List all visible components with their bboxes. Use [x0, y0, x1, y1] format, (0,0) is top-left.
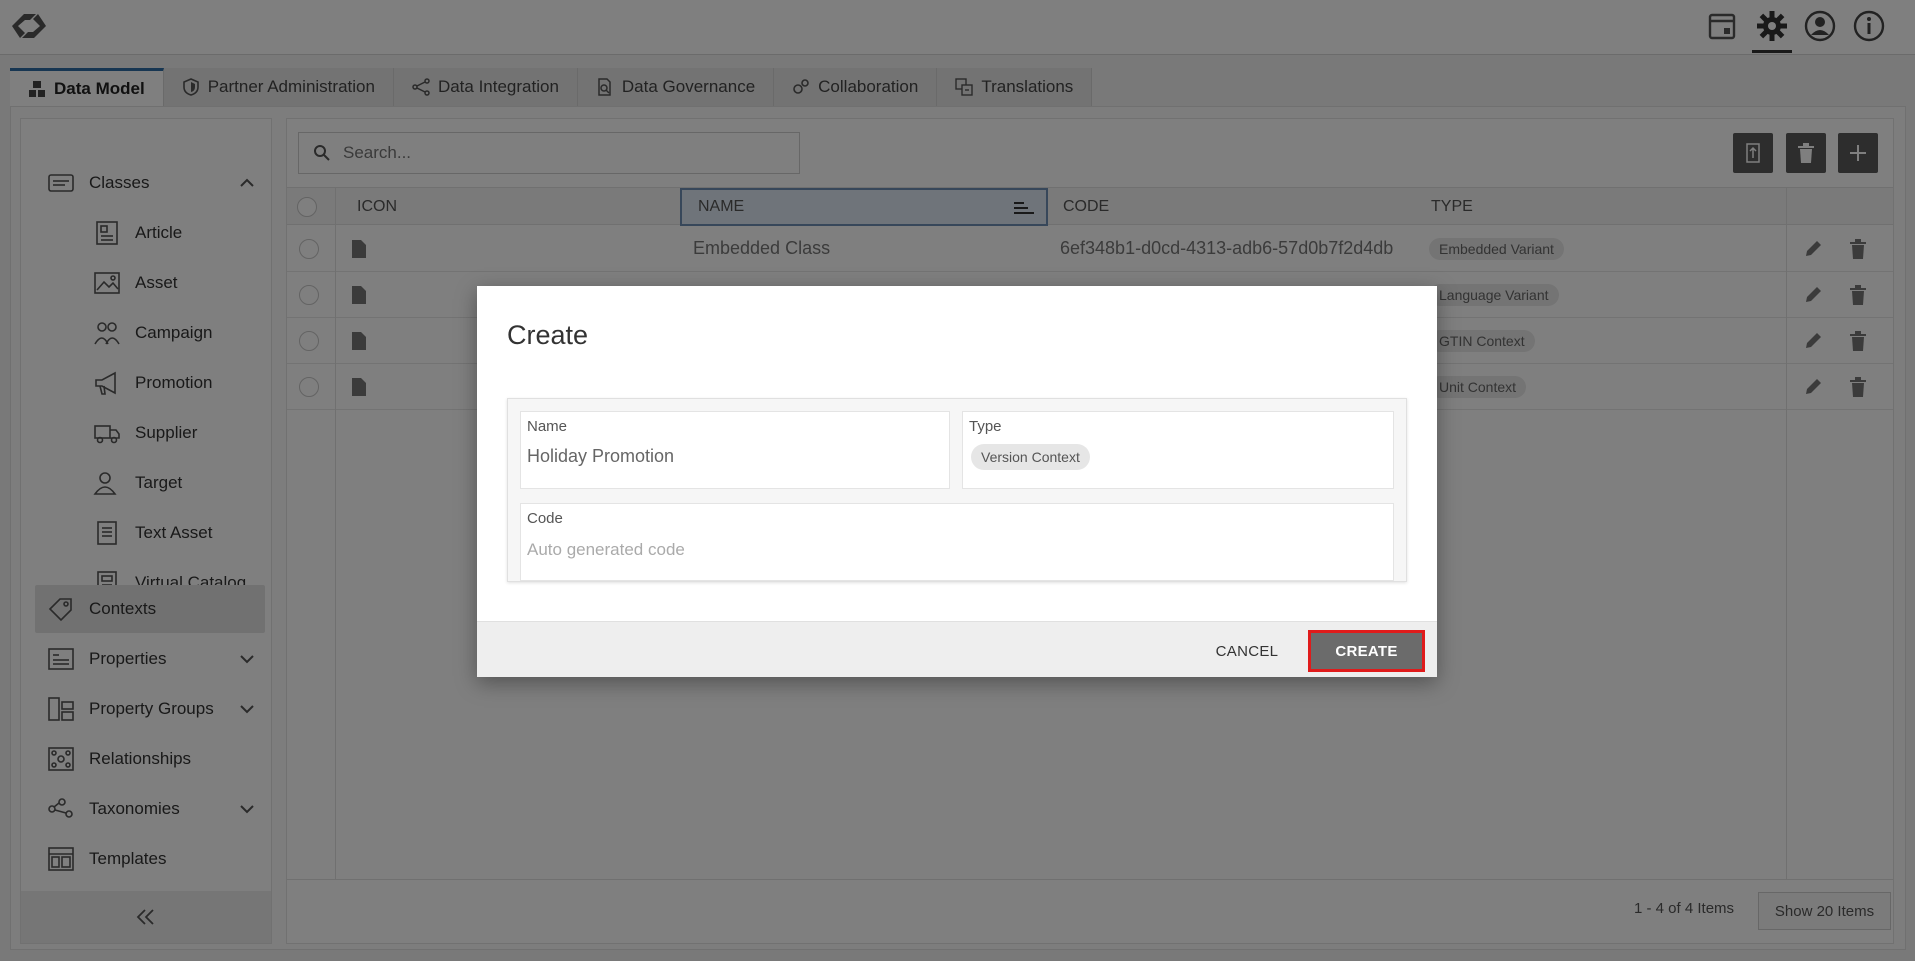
dialog-footer: CANCEL CREATE	[477, 621, 1437, 677]
name-field-label: Name	[527, 418, 568, 435]
create-dialog: Create Name Holiday Promotion Type Versi…	[477, 286, 1437, 677]
type-field[interactable]: Type Version Context	[962, 411, 1394, 489]
create-button[interactable]: CREATE	[1308, 630, 1425, 672]
create-form: Name Holiday Promotion Type Version Cont…	[507, 398, 1407, 582]
code-field[interactable]: Code Auto generated code	[520, 503, 1394, 581]
code-field-placeholder[interactable]: Auto generated code	[527, 540, 685, 560]
code-field-label: Code	[527, 510, 563, 527]
cancel-button[interactable]: CANCEL	[1197, 634, 1297, 668]
dialog-title: Create	[507, 320, 589, 350]
name-field-value[interactable]: Holiday Promotion	[527, 446, 674, 467]
type-field-label: Type	[969, 418, 1002, 435]
name-field[interactable]: Name Holiday Promotion	[520, 411, 950, 489]
type-chip[interactable]: Version Context	[971, 444, 1090, 470]
